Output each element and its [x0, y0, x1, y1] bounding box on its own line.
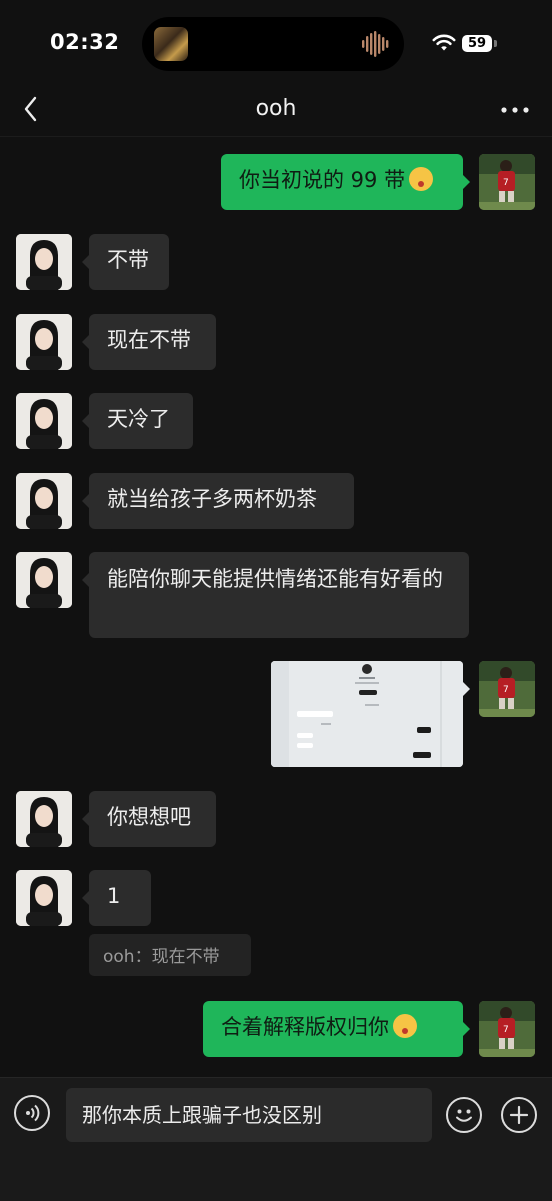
- message-text: 你当初说的 99 带: [239, 168, 406, 192]
- bubble-tail: [463, 682, 470, 696]
- image-message[interactable]: [271, 661, 463, 767]
- message-text: 1: [107, 884, 121, 908]
- message-input[interactable]: 那你本质上跟骗子也没区别: [66, 1088, 432, 1142]
- voice-input-button[interactable]: [14, 1095, 50, 1131]
- wifi-icon: [432, 34, 456, 51]
- message-text: 能陪你聊天能提供情绪还能有好看的: [107, 567, 443, 591]
- battery-level: 59: [462, 35, 492, 52]
- message-bubble[interactable]: 现在不带: [89, 314, 216, 370]
- contact-avatar[interactable]: [16, 314, 72, 370]
- audio-waveform-icon: [362, 31, 389, 57]
- svg-text:7: 7: [503, 178, 509, 188]
- message-bubble[interactable]: 1: [89, 870, 151, 926]
- contact-avatar[interactable]: [16, 870, 72, 926]
- message-text: 你想想吧: [107, 805, 191, 829]
- input-bar: 那你本质上跟骗子也没区别: [0, 1077, 552, 1201]
- my-avatar[interactable]: 7: [479, 1001, 535, 1057]
- contact-avatar[interactable]: [16, 473, 72, 529]
- dynamic-island[interactable]: [142, 17, 404, 71]
- bubble-tail: [82, 255, 89, 269]
- message-bubble[interactable]: 你当初说的 99 带: [221, 154, 463, 210]
- contact-avatar[interactable]: [16, 552, 72, 608]
- message-text: 不带: [107, 248, 149, 272]
- contact-avatar[interactable]: [16, 234, 72, 290]
- more-actions-button[interactable]: [501, 1097, 537, 1133]
- quoted-text: ooh：现在不带: [103, 947, 220, 967]
- bubble-tail: [463, 175, 470, 189]
- laughing-face-icon: [393, 1014, 417, 1038]
- quoted-reply[interactable]: ooh：现在不带: [89, 934, 251, 976]
- svg-text:7: 7: [503, 1025, 509, 1035]
- bubble-tail: [82, 573, 89, 587]
- bubble-tail: [82, 414, 89, 428]
- my-avatar[interactable]: 7: [479, 661, 535, 717]
- smiley-icon: [456, 1109, 472, 1122]
- bubble-tail: [82, 891, 89, 905]
- message-bubble[interactable]: 合着解释版权归你: [203, 1001, 463, 1057]
- bubble-tail: [82, 812, 89, 826]
- status-time: 02:32: [50, 30, 120, 54]
- message-text: 合着解释版权归你: [221, 1015, 389, 1039]
- kissing-face-icon: [409, 167, 434, 191]
- bubble-tail: [463, 1022, 470, 1036]
- more-options-icon[interactable]: [500, 98, 530, 122]
- my-avatar[interactable]: 7: [479, 154, 535, 210]
- message-bubble[interactable]: 不带: [89, 234, 169, 290]
- voice-wave-icon: [26, 1104, 40, 1122]
- message-bubble[interactable]: 能陪你聊天能提供情绪还能有好看的: [89, 552, 469, 638]
- contact-avatar[interactable]: [16, 393, 72, 449]
- message-input-value: 那你本质上跟骗子也没区别: [82, 1103, 322, 1127]
- svg-text:7: 7: [503, 685, 509, 695]
- battery-tip: [494, 40, 497, 47]
- message-bubble[interactable]: 天冷了: [89, 393, 193, 449]
- chat-header: ooh: [0, 88, 552, 137]
- now-playing-artwork: [154, 27, 188, 61]
- message-bubble[interactable]: 就当给孩子多两杯奶茶: [89, 473, 354, 529]
- bubble-tail: [82, 335, 89, 349]
- contact-avatar[interactable]: [16, 791, 72, 847]
- message-bubble[interactable]: 你想想吧: [89, 791, 216, 847]
- plus-icon: [509, 1105, 529, 1125]
- bubble-tail: [82, 494, 89, 508]
- message-text: 现在不带: [107, 328, 191, 352]
- status-bar: 02:32 59: [0, 0, 552, 88]
- emoji-button[interactable]: [446, 1097, 482, 1133]
- chat-title: ooh: [255, 96, 297, 121]
- message-text: 就当给孩子多两杯奶茶: [107, 487, 317, 511]
- message-text: 天冷了: [107, 407, 170, 431]
